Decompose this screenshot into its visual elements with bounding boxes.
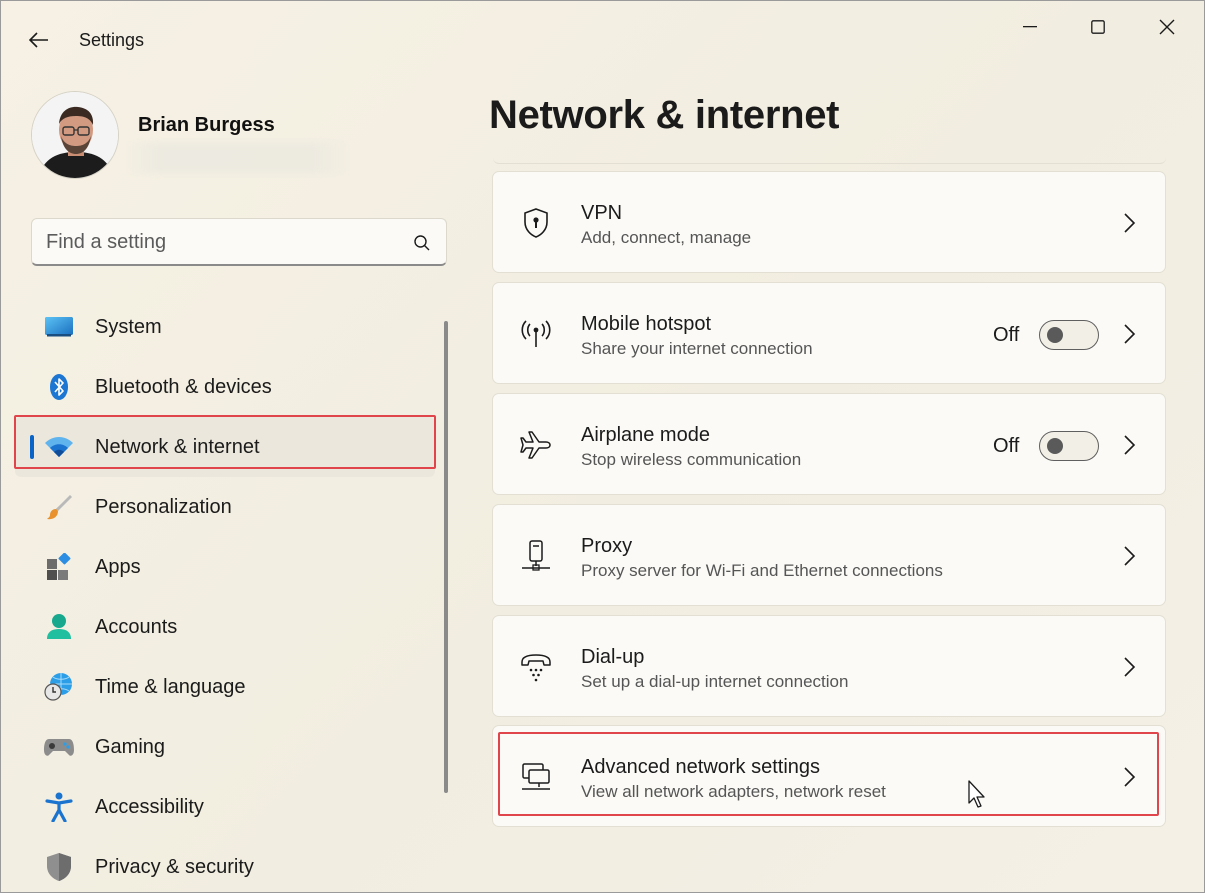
search-icon: [414, 235, 430, 251]
mobile-hotspot-toggle[interactable]: [1039, 320, 1099, 350]
sidebar-item-label: Network & internet: [95, 435, 260, 458]
chevron-right-icon: [1124, 435, 1136, 455]
sidebar-scrollbar[interactable]: [444, 321, 448, 793]
back-button[interactable]: [21, 23, 57, 57]
sidebar-item-privacy-security[interactable]: Privacy & security: [15, 837, 435, 892]
maximize-button[interactable]: [1072, 9, 1124, 45]
toggle-state-label: Off: [993, 324, 1020, 346]
minimize-button[interactable]: [1004, 9, 1056, 45]
sidebar-item-label: Personalization: [95, 495, 232, 518]
sidebar-item-gaming[interactable]: Gaming: [15, 717, 435, 777]
card-mobile-hotspot[interactable]: Mobile hotspot Share your internet conne…: [492, 282, 1166, 384]
close-icon: [1159, 19, 1175, 35]
gamepad-icon: [43, 733, 75, 761]
page-title: Network & internet: [489, 93, 840, 137]
card-title: VPN: [581, 202, 623, 224]
app-title: Settings: [79, 30, 145, 50]
chevron-right-icon: [1124, 767, 1136, 787]
card-title: Mobile hotspot: [581, 313, 712, 335]
hotspot-icon: [519, 317, 553, 351]
user-email-redacted: [126, 143, 346, 173]
sidebar-item-network[interactable]: Network & internet: [15, 417, 435, 477]
settings-window: Settings Brian Burgess Find a setting Sy…: [0, 0, 1205, 893]
back-arrow-icon: [29, 32, 48, 48]
sidebar-item-label: Gaming: [95, 735, 166, 758]
user-photo-icon: [32, 92, 118, 178]
apps-icon: [43, 553, 75, 581]
sidebar-item-bluetooth[interactable]: Bluetooth & devices: [15, 357, 435, 417]
sidebar-item-label: Apps: [95, 555, 141, 578]
search-input[interactable]: [46, 229, 396, 255]
brush-icon: [43, 493, 75, 521]
card-subtitle: Share your internet connection: [581, 339, 813, 358]
chevron-right-icon: [1124, 324, 1136, 344]
globe-clock-icon: [43, 673, 75, 701]
selection-indicator: [30, 435, 34, 459]
card-dial-up[interactable]: Dial-up Set up a dial-up internet connec…: [492, 615, 1166, 717]
card-subtitle: View all network adapters, network reset: [581, 782, 886, 801]
card-title: Advanced network settings: [581, 756, 821, 778]
sidebar-item-label: Accessibility: [95, 795, 204, 818]
close-button[interactable]: [1141, 9, 1193, 45]
chevron-right-icon: [1124, 213, 1136, 233]
avatar[interactable]: [31, 91, 119, 179]
sidebar-item-label: Accounts: [95, 615, 178, 638]
card-subtitle: Set up a dial-up internet connection: [581, 672, 849, 691]
network-adapter-icon: [519, 760, 553, 794]
airplane-mode-toggle[interactable]: [1039, 431, 1099, 461]
sidebar-item-system[interactable]: System: [15, 297, 435, 357]
user-name: Brian Burgess: [138, 114, 275, 136]
vpn-shield-icon: [519, 206, 553, 240]
toggle-state-label: Off: [993, 435, 1020, 457]
maximize-icon: [1091, 20, 1105, 34]
chevron-right-icon: [1124, 546, 1136, 566]
card-title: Airplane mode: [581, 424, 710, 446]
proxy-icon: [519, 539, 553, 573]
airplane-icon: [519, 428, 553, 462]
card-proxy[interactable]: Proxy Proxy server for Wi-Fi and Etherne…: [492, 504, 1166, 606]
chevron-right-icon: [1124, 657, 1136, 677]
system-icon: [43, 313, 75, 341]
bluetooth-icon: [43, 373, 75, 401]
shield-icon: [43, 853, 75, 881]
card-title: Proxy: [581, 535, 633, 557]
sidebar-item-personalization[interactable]: Personalization: [15, 477, 435, 537]
accounts-icon: [43, 613, 75, 641]
sidebar-item-label: Privacy & security: [95, 855, 254, 878]
sidebar-item-accounts[interactable]: Accounts: [15, 597, 435, 657]
sidebar-nav: System Bluetooth & devices Network & int…: [15, 297, 435, 892]
sidebar-item-apps[interactable]: Apps: [15, 537, 435, 597]
sidebar-item-label: System: [95, 315, 162, 338]
sidebar-item-label: Bluetooth & devices: [95, 375, 272, 398]
toggle-knob: [1047, 438, 1063, 454]
sidebar-item-label: Time & language: [95, 675, 246, 698]
card-airplane-mode[interactable]: Airplane mode Stop wireless communicatio…: [492, 393, 1166, 495]
card-subtitle: Add, connect, manage: [581, 228, 752, 247]
minimize-icon: [1023, 26, 1037, 28]
card-title: Dial-up: [581, 646, 645, 668]
card-advanced-network-settings[interactable]: Advanced network settings View all netwo…: [492, 725, 1166, 827]
mouse-cursor-icon: [968, 780, 985, 808]
accessibility-icon: [43, 792, 75, 822]
search-box[interactable]: [31, 218, 447, 266]
toggle-knob: [1047, 327, 1063, 343]
title-bar: Settings: [1, 1, 1204, 79]
card-vpn[interactable]: VPN Add, connect, manage: [492, 171, 1166, 273]
dialup-icon: [519, 650, 553, 684]
previous-card-edge: [493, 158, 1166, 164]
card-subtitle: Proxy server for Wi-Fi and Ethernet conn…: [581, 561, 943, 580]
wifi-icon: [43, 433, 75, 461]
card-subtitle: Stop wireless communication: [581, 450, 802, 469]
sidebar-item-accessibility[interactable]: Accessibility: [15, 777, 435, 837]
sidebar-item-time-language[interactable]: Time & language: [15, 657, 435, 717]
user-profile[interactable]: Brian Burgess: [31, 91, 451, 183]
